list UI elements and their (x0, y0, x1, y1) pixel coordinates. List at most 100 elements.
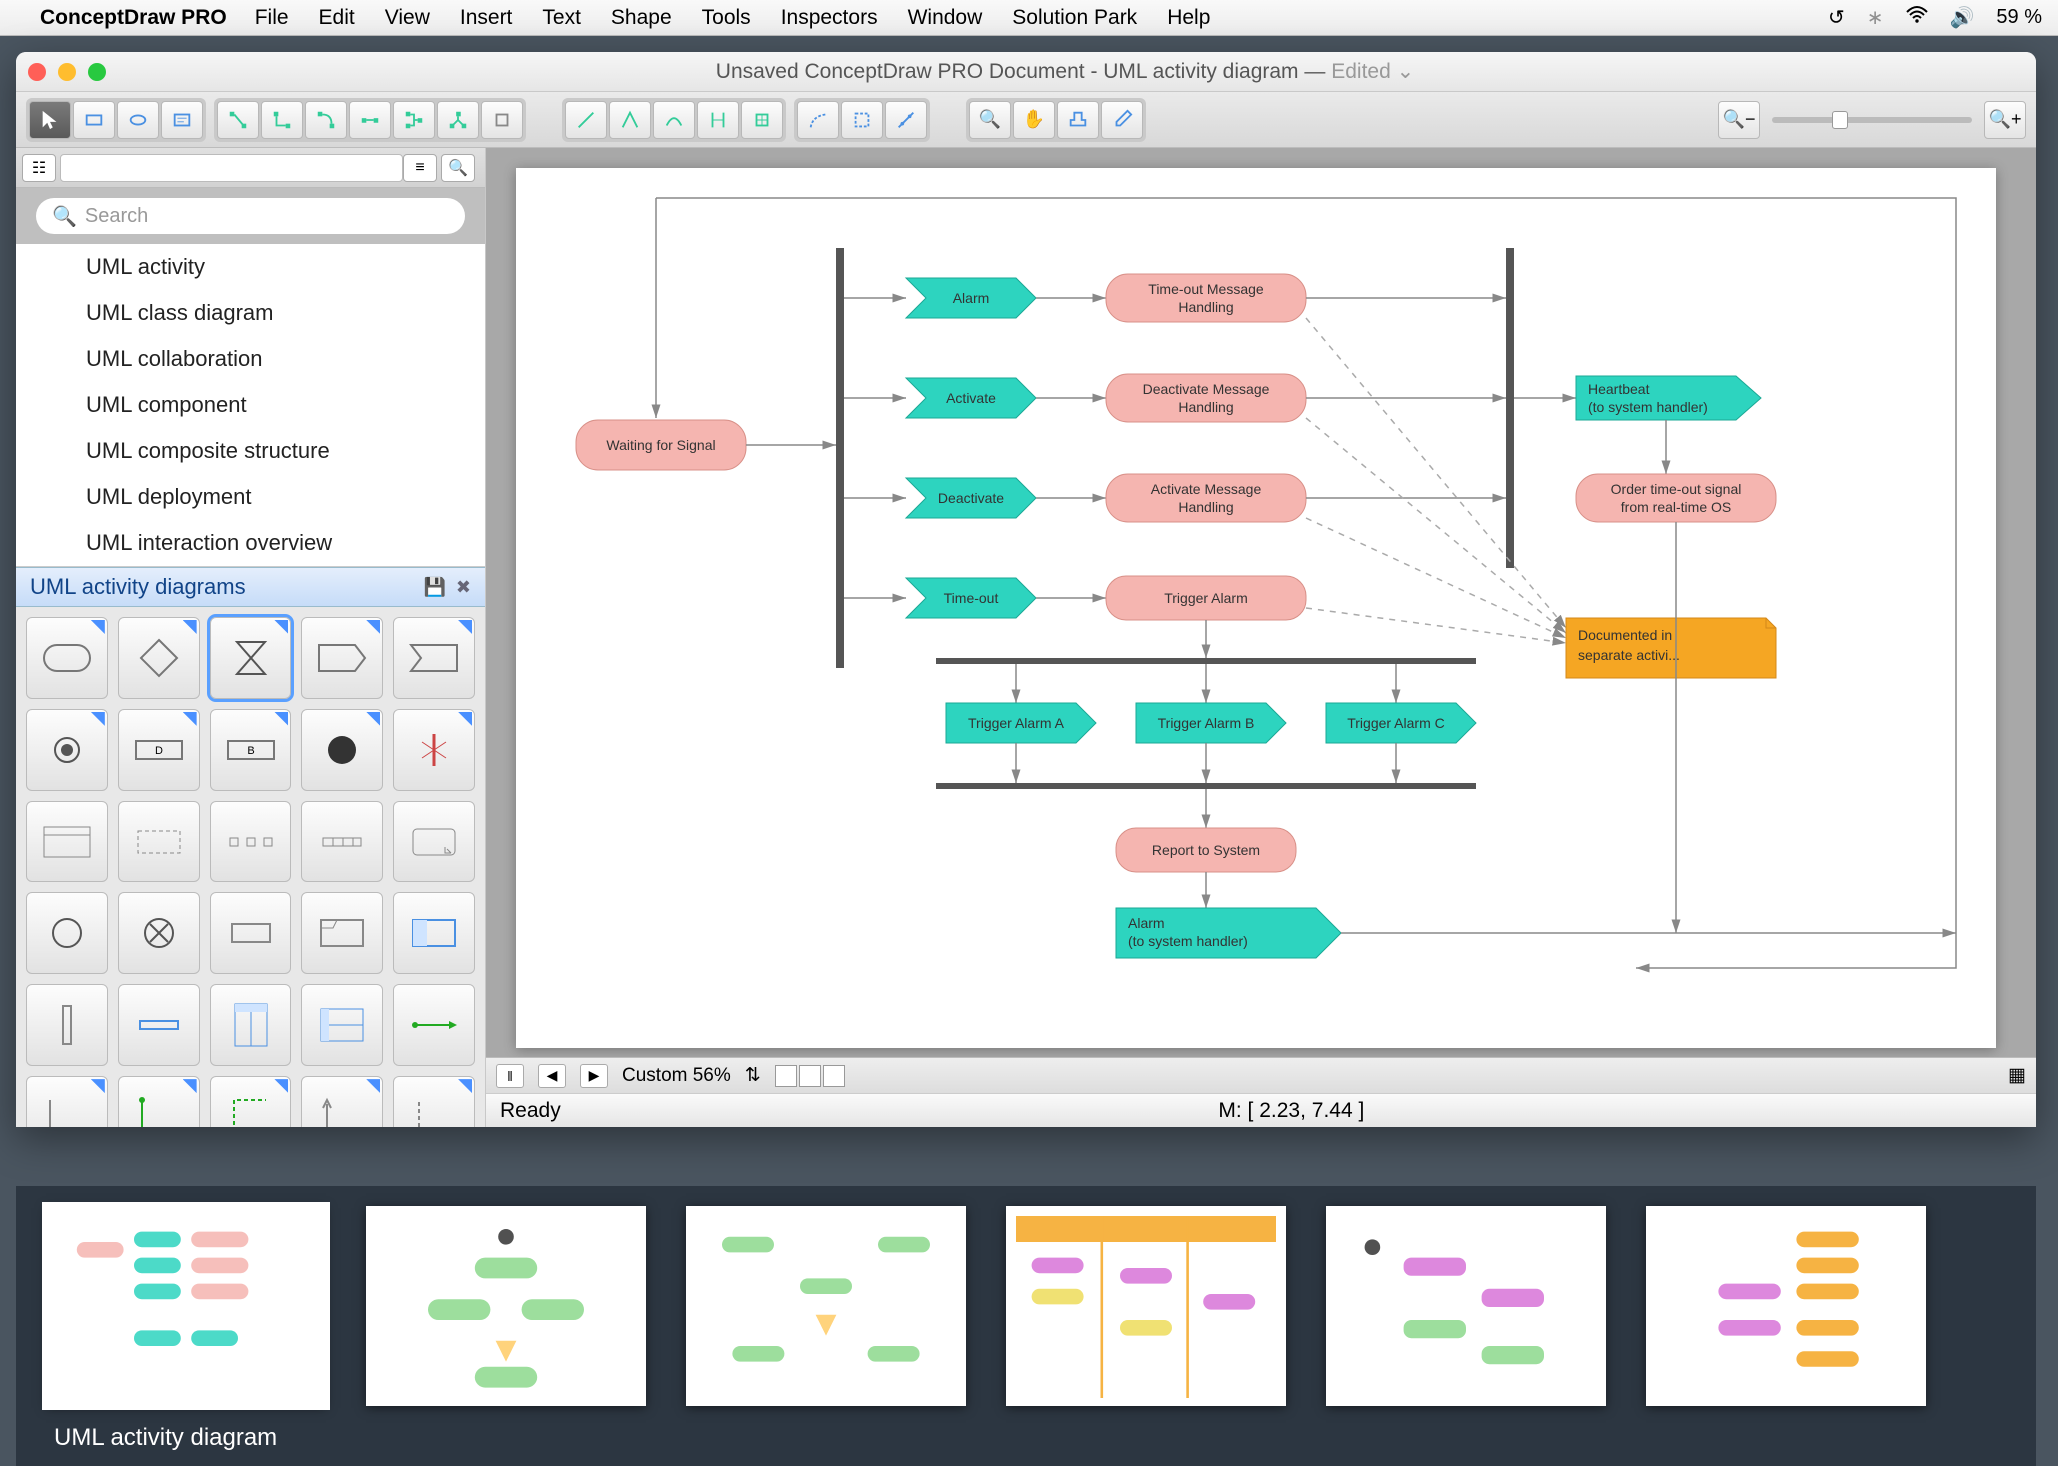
page-pause-icon[interactable]: ‖ (496, 1064, 524, 1088)
view-grid-icon[interactable]: ▦ (2008, 1064, 2026, 1087)
stencil-datastore-b[interactable]: B (210, 709, 292, 791)
stencil-arrow-l4[interactable] (301, 1076, 383, 1127)
tool-edit-3[interactable] (885, 101, 927, 139)
drawing-page[interactable]: Waiting for Signal Alarm (516, 168, 1996, 1048)
library-item[interactable]: UML composite structure (16, 428, 485, 474)
tool-connector-7[interactable] (481, 101, 523, 139)
tool-zoom[interactable]: 🔍 (969, 101, 1011, 139)
stencil-arrow-l1[interactable] (26, 1076, 108, 1127)
menu-edit[interactable]: Edit (319, 6, 355, 30)
battery-indicator[interactable]: 59 % (1996, 6, 2042, 29)
stencil-decision[interactable] (118, 617, 200, 699)
app-name[interactable]: ConceptDraw PRO (40, 6, 227, 30)
wifi-icon[interactable] (1906, 6, 1928, 30)
gallery-thumb[interactable] (46, 1206, 326, 1406)
canvas[interactable]: Waiting for Signal Alarm (486, 148, 2036, 1057)
close-stencil-icon[interactable]: ✖ (456, 577, 471, 598)
search-input[interactable]: 🔍 Search (36, 198, 465, 234)
bluetooth-icon[interactable]: ∗ (1867, 5, 1884, 30)
stencil-swimlane[interactable] (26, 801, 108, 883)
stencil-partition-h[interactable] (301, 984, 383, 1066)
tool-connector-6[interactable] (437, 101, 479, 139)
stencil-expansion[interactable] (301, 801, 383, 883)
library-filter-input[interactable] (60, 154, 403, 182)
stencil-pins[interactable] (210, 801, 292, 883)
menu-text[interactable]: Text (542, 6, 581, 30)
tool-connector-5[interactable] (393, 101, 435, 139)
tool-text[interactable] (161, 101, 203, 139)
tool-select[interactable] (29, 101, 71, 139)
menu-solution-park[interactable]: Solution Park (1012, 6, 1137, 30)
gallery-thumb[interactable] (1326, 1206, 1606, 1406)
stencil-frame[interactable] (301, 892, 383, 974)
gallery-thumb[interactable] (1646, 1206, 1926, 1406)
library-list-icon[interactable]: ≡ (403, 154, 437, 182)
library-item[interactable]: UML component (16, 382, 485, 428)
stencil-fork[interactable] (393, 709, 475, 791)
stencil-partition-v[interactable] (210, 984, 292, 1066)
zoom-slider[interactable] (1772, 117, 1972, 123)
window-maximize-button[interactable] (88, 63, 106, 81)
tool-line-3[interactable] (653, 101, 695, 139)
stencil-initial[interactable] (26, 709, 108, 791)
stencil-hourglass[interactable] (210, 617, 292, 699)
menu-insert[interactable]: Insert (460, 6, 513, 30)
stencil-arrow-l2[interactable] (118, 1076, 200, 1127)
stencil-callbehavior[interactable] (393, 801, 475, 883)
library-search-icon[interactable]: 🔍 (441, 154, 475, 182)
stencil-signal-send[interactable] (301, 617, 383, 699)
tool-eyedropper[interactable] (1101, 101, 1143, 139)
stencil-flow-final[interactable] (26, 892, 108, 974)
stencil-signal-recv[interactable] (393, 617, 475, 699)
stencil-datastore-d[interactable]: D (118, 709, 200, 791)
menu-inspectors[interactable]: Inspectors (781, 6, 878, 30)
stencil-flow-final-x[interactable] (118, 892, 200, 974)
stencil-panel-header[interactable]: UML activity diagrams 💾 ✖ (16, 567, 485, 607)
tool-hand[interactable]: ✋ (1013, 101, 1055, 139)
tool-connector-2[interactable] (261, 101, 303, 139)
window-minimize-button[interactable] (58, 63, 76, 81)
gallery-thumb[interactable] (686, 1206, 966, 1406)
tool-stamp[interactable] (1057, 101, 1099, 139)
menu-file[interactable]: File (255, 6, 289, 30)
zoom-in-button[interactable]: 🔍+ (1984, 101, 2026, 139)
tool-ellipse[interactable] (117, 101, 159, 139)
library-item[interactable]: UML collaboration (16, 336, 485, 382)
menu-shape[interactable]: Shape (611, 6, 672, 30)
library-item[interactable]: UML interaction overview (16, 520, 485, 566)
stencil-final[interactable] (301, 709, 383, 791)
tool-edit-2[interactable] (841, 101, 883, 139)
library-toggle-icon[interactable]: ☷ (22, 154, 56, 182)
tool-rect[interactable] (73, 101, 115, 139)
stencil-action[interactable] (26, 617, 108, 699)
tool-line-4[interactable] (697, 101, 739, 139)
page-tabs[interactable] (775, 1065, 845, 1087)
tool-edit-1[interactable] (797, 101, 839, 139)
stencil-vbar[interactable] (26, 984, 108, 1066)
tool-line-1[interactable] (565, 101, 607, 139)
page-prev-button[interactable]: ◀ (538, 1064, 566, 1088)
window-close-button[interactable] (28, 63, 46, 81)
stencil-arrow-l3[interactable] (210, 1076, 292, 1127)
menu-view[interactable]: View (385, 6, 430, 30)
library-item[interactable]: UML deployment (16, 474, 485, 520)
menu-window[interactable]: Window (908, 6, 983, 30)
gallery-thumb[interactable] (1006, 1206, 1286, 1406)
stencil-object[interactable] (210, 892, 292, 974)
tool-line-2[interactable] (609, 101, 651, 139)
tool-connector-3[interactable] (305, 101, 347, 139)
stencil-hbar[interactable] (118, 984, 200, 1066)
tool-line-5[interactable] (741, 101, 783, 139)
volume-icon[interactable]: 🔊 (1950, 5, 1975, 30)
zoom-readout[interactable]: Custom 56% (622, 1065, 731, 1087)
timemachine-icon[interactable]: ↺ (1828, 5, 1845, 30)
stencil-activity[interactable] (393, 892, 475, 974)
tool-connector-1[interactable] (217, 101, 259, 139)
menu-help[interactable]: Help (1167, 6, 1210, 30)
stencil-arrow-l5[interactable] (393, 1076, 475, 1127)
tool-connector-4[interactable] (349, 101, 391, 139)
zoom-stepper-icon[interactable]: ⇅ (745, 1064, 761, 1087)
stencil-region[interactable] (118, 801, 200, 883)
gallery-thumb[interactable] (366, 1206, 646, 1406)
page-next-button[interactable]: ▶ (580, 1064, 608, 1088)
